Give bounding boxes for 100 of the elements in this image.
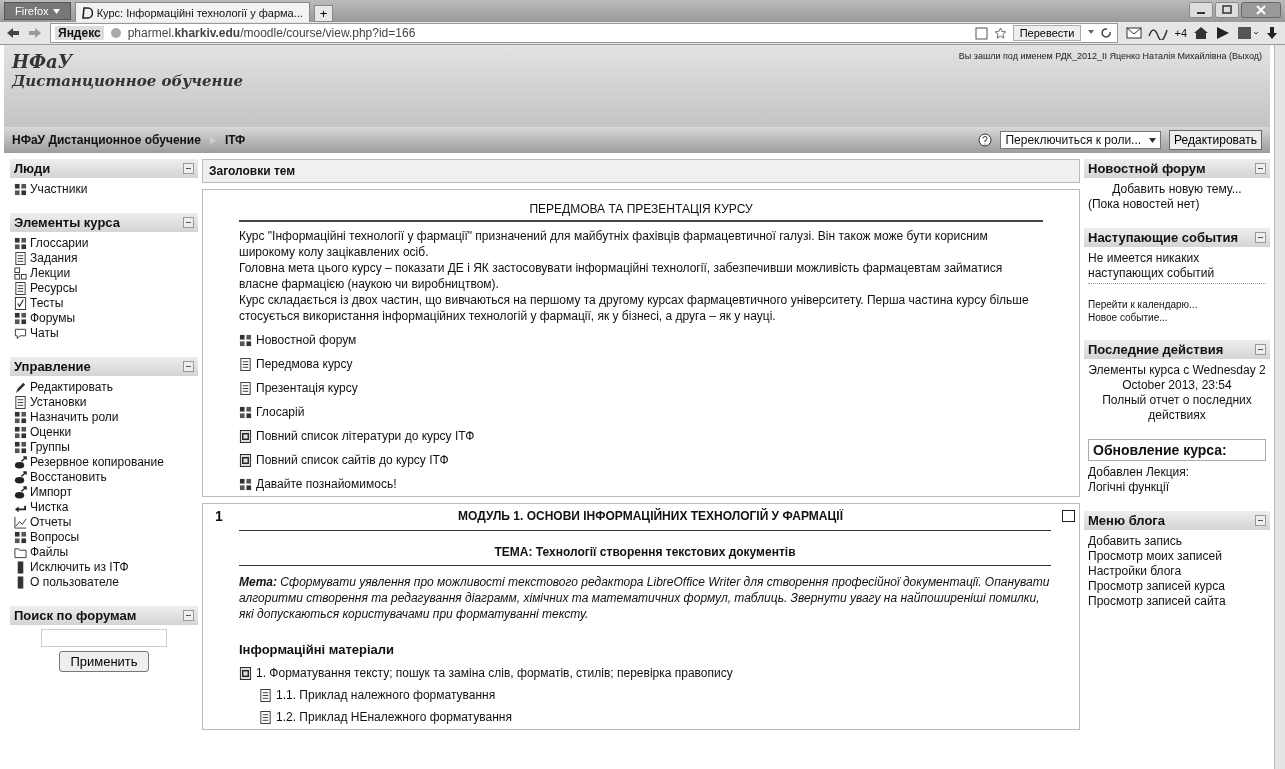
star-icon[interactable] xyxy=(993,26,1007,40)
pen-icon xyxy=(14,381,27,394)
sidebar-link[interactable]: Установки xyxy=(30,395,87,410)
sidebar-link[interactable]: Оценки xyxy=(30,425,72,440)
address-bar[interactable]: Яндекс pharmel.kharkiv.edu/moodle/course/view.php?id=166 Перевести xyxy=(50,23,1119,43)
maximize-icon[interactable] xyxy=(1215,2,1239,18)
sidebar-link[interactable]: Лекции xyxy=(30,266,71,281)
mail-icon[interactable] xyxy=(1126,26,1143,40)
block-text: Перейти к календарю... xyxy=(1088,298,1199,311)
sidebar-link[interactable]: Редактировать xyxy=(30,380,113,395)
intro-paragraph: Курс "Інформаційні технології у фармації" призначений для майбутніх фахівців фармацевтичної галузі. Він також може бути корисним широкому колу зацікавлених осіб. xyxy=(239,228,989,260)
sidebar-link[interactable]: Тесты xyxy=(30,296,64,311)
reload-icon[interactable] xyxy=(1087,26,1114,40)
scrollbar[interactable] xyxy=(1274,45,1285,769)
group-icon xyxy=(14,441,27,454)
block-title: Поиск по форумам xyxy=(14,608,137,623)
firefox-menu-button[interactable]: Firefox xyxy=(4,2,71,20)
block-title: Меню блога xyxy=(1088,513,1165,528)
apply-button[interactable]: Применить xyxy=(59,651,149,672)
breadcrumb-link[interactable]: ІТФ xyxy=(224,133,246,147)
activity-link[interactable]: Передмова курсу xyxy=(256,356,353,372)
section-title: МОДУЛЬ 1. ОСНОВИ ІНФОРМАЦІЙНИХ ТЕХНОЛОГІЙ У ФАРМАЦІЇ xyxy=(457,509,845,523)
collapse-icon[interactable] xyxy=(1255,344,1266,355)
sidebar-link[interactable]: Восстановить xyxy=(30,470,107,485)
sidebar-link[interactable]: Исключить из ІТФ xyxy=(30,560,129,575)
block-text: Добавлен Лекция: xyxy=(1088,465,1191,480)
sidebar-link[interactable]: Группы xyxy=(30,440,70,455)
sidebar-link[interactable]: Глоссарии xyxy=(30,236,89,251)
back-icon[interactable] xyxy=(6,26,20,40)
topic-title: ТЕМА: Технології створення текстових документів xyxy=(493,545,797,559)
breadcrumb-link[interactable]: НФаУ Дистанционное обучение xyxy=(12,133,201,147)
block-title: Наступающие события xyxy=(1088,230,1238,245)
search-field[interactable] xyxy=(41,629,167,647)
sidebar-link[interactable]: Отчеты xyxy=(30,515,72,530)
group-icon xyxy=(14,426,27,439)
document-icon xyxy=(259,710,272,724)
logo-title[interactable]: НФаУ xyxy=(12,51,243,72)
activity-link[interactable]: Давайте познайомимось! xyxy=(256,476,397,492)
sidebar-link[interactable]: Чаты xyxy=(30,326,59,341)
highlight-toggle-icon[interactable] xyxy=(1062,510,1075,522)
logo-subtitle[interactable]: Дистанционное обучение xyxy=(12,72,243,90)
yandex-label: Яндекс xyxy=(55,26,104,40)
block-text: Добавить новую тему... xyxy=(1111,182,1243,197)
group-icon xyxy=(239,333,252,347)
material-link[interactable]: 1.2. Приклад НЕналежного форматування xyxy=(276,709,512,725)
sidebar-link[interactable]: Файлы xyxy=(30,545,69,560)
sidebar-link[interactable]: Ресурсы xyxy=(30,281,78,296)
edit-button[interactable]: Редактировать xyxy=(1169,130,1262,150)
sidebar-link[interactable]: Резервное копирование xyxy=(30,455,164,470)
home-icon[interactable] xyxy=(1193,26,1209,40)
boxes-icon xyxy=(14,267,27,280)
sidebar-link[interactable]: Задания xyxy=(30,251,78,266)
translate-button[interactable]: Перевести xyxy=(1012,25,1082,41)
collapse-icon[interactable] xyxy=(1255,232,1266,243)
collapse-icon[interactable] xyxy=(183,361,194,372)
block-title: Обновление курса: xyxy=(1093,442,1227,458)
block-text: (Пока новостей нет) xyxy=(1088,197,1201,212)
caret-icon xyxy=(52,8,60,14)
role-select[interactable]: Переключиться к роли... xyxy=(1000,131,1162,149)
document-icon xyxy=(239,357,252,371)
activity-link[interactable]: Новостной форум xyxy=(256,332,357,348)
activity-link[interactable]: Повний список сайтів до курсу ІТФ xyxy=(256,452,449,468)
document-icon xyxy=(14,282,27,295)
collapse-icon[interactable] xyxy=(183,217,194,228)
minimize-icon[interactable] xyxy=(1189,2,1213,18)
close-icon[interactable] xyxy=(1241,2,1281,18)
dropdown-caret-icon xyxy=(1149,137,1157,143)
block-title: Новостной форум xyxy=(1088,161,1206,176)
activity-link[interactable]: Глосарій xyxy=(256,404,305,420)
download-icon[interactable] xyxy=(1265,26,1279,40)
help-icon[interactable] xyxy=(978,133,993,147)
sidebar-link[interactable]: Назначить роли xyxy=(30,410,119,425)
pdf-document-icon xyxy=(239,453,252,467)
new-tab-button[interactable]: + xyxy=(313,5,334,22)
play-icon[interactable] xyxy=(1215,26,1231,40)
sidebar-link[interactable]: Чистка xyxy=(30,500,69,515)
material-link[interactable]: 1.1. Приклад належного форматування xyxy=(276,687,496,703)
collapse-icon[interactable] xyxy=(183,610,194,621)
speech-bubble-icon xyxy=(14,327,27,340)
block-text: Элементы курса с Wednesday 2 October 2013, 23:54 xyxy=(1088,363,1266,393)
collapse-icon[interactable] xyxy=(183,163,194,174)
section-title: ПЕРЕДМОВА ТА ПРЕЗЕНТАЦІЯ КУРСУ xyxy=(239,196,1043,222)
window-icon[interactable] xyxy=(1237,26,1259,40)
logout-link[interactable]: (Выход) xyxy=(1229,51,1262,61)
activity-link[interactable]: Презентація курсу xyxy=(256,380,358,396)
block-title: Последние действия xyxy=(1088,342,1224,357)
browser-tab[interactable]: Курс: Інформаційні технології у фарма... xyxy=(74,2,310,22)
sidebar-link[interactable]: Импорт xyxy=(30,485,72,500)
collapse-icon[interactable] xyxy=(1255,163,1266,174)
goal-paragraph: Мета: Сформувати уявлення про можливості текстового редактора LibreOffice Writer для створення професійної документації. Опанувати алгоритми створення та редагування діаграмм, хімічних та математичних формул, таблиць. Звернути увагу на найпоширеніші помилки, які допускаються користувачами при форматуванні тексту. xyxy=(239,574,1051,622)
activity-link[interactable]: Повний список літератури до курсу ІТФ xyxy=(256,428,475,444)
sidebar-link[interactable]: Участники xyxy=(30,182,88,197)
sidebar-link[interactable]: Вопросы xyxy=(30,530,80,545)
folder-icon xyxy=(14,546,27,559)
sidebar-link[interactable]: О пользователе xyxy=(30,575,119,590)
document-icon xyxy=(14,252,27,265)
material-link[interactable]: 1. Форматування тексту; пошук та заміна слів, форматів, стилів; перевірка правопису xyxy=(256,665,733,681)
block-text: Не имеется никаких наступающих событий xyxy=(1088,251,1266,284)
sidebar-link[interactable]: Форумы xyxy=(30,311,76,326)
collapse-icon[interactable] xyxy=(1255,515,1266,526)
